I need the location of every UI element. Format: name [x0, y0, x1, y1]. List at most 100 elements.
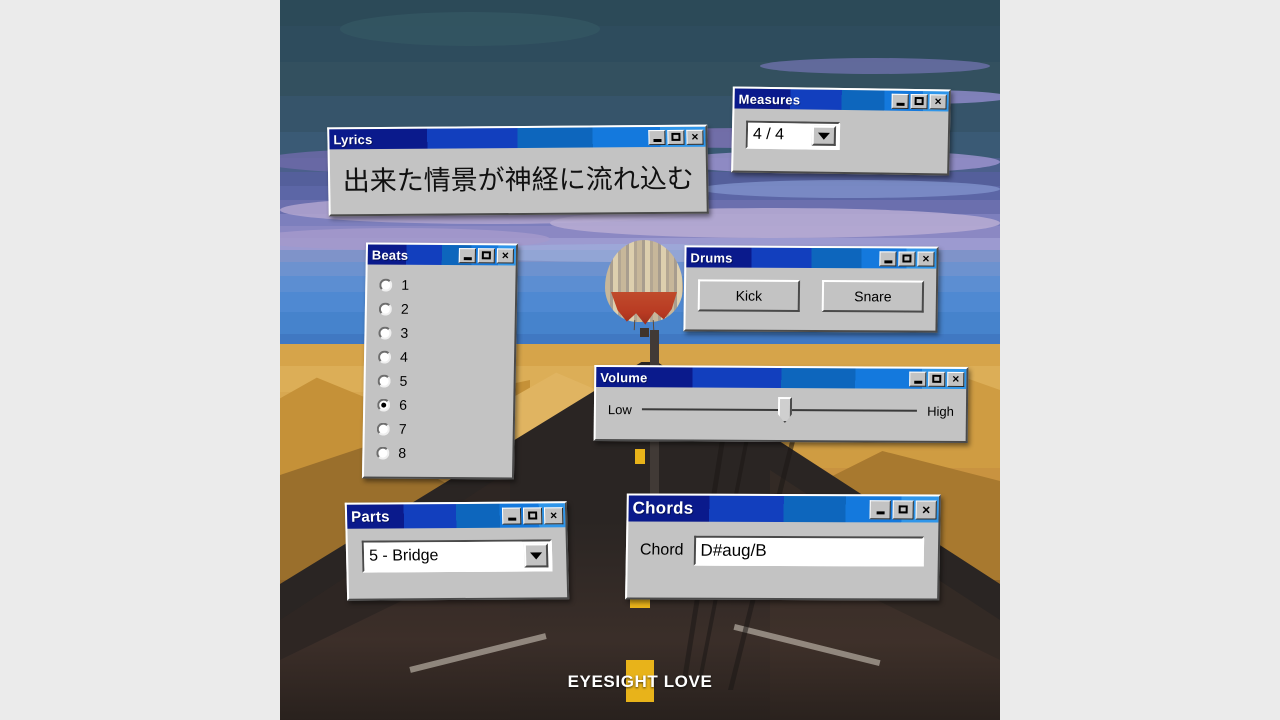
lyrics-body: 出来た情景が神経に流れ込む [330, 147, 707, 215]
hot-air-balloon [605, 240, 683, 340]
snare-button[interactable]: Snare [821, 280, 925, 313]
close-icon: × [922, 251, 930, 266]
window-title: Measures [738, 91, 801, 107]
volume-slider-thumb[interactable] [778, 397, 792, 423]
chord-field-row: Chord D#aug/B [640, 535, 925, 567]
maximize-button[interactable] [892, 499, 914, 519]
beats-radio-2[interactable]: 2 [378, 297, 505, 322]
minimize-icon [896, 102, 905, 106]
close-icon: × [934, 94, 942, 109]
titlebar-beats[interactable]: Beats × [367, 244, 517, 266]
minimize-icon [507, 517, 516, 521]
minimize-button[interactable] [891, 93, 909, 109]
maximize-icon [932, 374, 942, 383]
beats-radio-label: 3 [400, 324, 409, 341]
minimize-icon [463, 256, 472, 260]
maximize-button[interactable] [667, 129, 685, 145]
part-value: 5 - Bridge [363, 541, 523, 571]
minimize-button[interactable] [869, 499, 891, 519]
maximize-button[interactable] [898, 250, 916, 267]
window-controls[interactable]: × [869, 499, 937, 520]
window-chords[interactable]: Chords × Chord D#aug/B [625, 493, 941, 601]
maximize-button[interactable] [522, 506, 543, 525]
window-controls[interactable]: × [891, 93, 947, 109]
close-button[interactable]: × [929, 93, 947, 109]
minimize-button[interactable] [458, 247, 476, 263]
cloud-band [700, 180, 1000, 198]
close-button[interactable]: × [947, 371, 965, 387]
window-parts[interactable]: Parts × 5 - Bridge [344, 501, 570, 601]
titlebar-volume[interactable]: Volume × [596, 367, 967, 389]
beats-radio-label: 4 [399, 348, 409, 365]
album-title: EYESIGHT LOVE [567, 672, 713, 691]
radio-icon-selected[interactable] [377, 398, 391, 412]
chord-input[interactable]: D#aug/B [693, 535, 925, 567]
maximize-icon [914, 97, 924, 106]
beats-radio-8[interactable]: 8 [376, 441, 502, 466]
maximize-icon [528, 511, 538, 520]
titlebar-chords[interactable]: Chords × [628, 495, 939, 523]
beats-radio-6[interactable]: 6 [377, 393, 503, 418]
beats-radio-5[interactable]: 5 [377, 369, 503, 394]
window-controls[interactable]: × [501, 506, 564, 525]
part-select[interactable]: 5 - Bridge [361, 539, 553, 573]
maximize-button[interactable] [910, 93, 928, 109]
radio-icon[interactable] [377, 350, 392, 364]
titlebar-lyrics[interactable]: Lyrics × [329, 126, 706, 150]
volume-slider-track[interactable] [641, 397, 918, 423]
window-measures[interactable]: Measures × 4 / 4 [731, 86, 951, 176]
minimize-button[interactable] [648, 129, 666, 145]
balloon-basket [640, 328, 649, 337]
window-beats[interactable]: Beats × 1 2 3 4 5 6 7 8 [361, 242, 519, 480]
time-signature-select[interactable]: 4 / 4 [745, 120, 841, 150]
volume-body: Low High [596, 387, 967, 441]
titlebar-drums[interactable]: Drums × [686, 247, 937, 269]
volume-slider-row[interactable]: Low High [608, 397, 954, 423]
drums-body: Kick Snare [685, 267, 936, 330]
window-title: Volume [600, 369, 648, 385]
beats-radio-label: 2 [400, 300, 409, 317]
window-drums[interactable]: Drums × Kick Snare [683, 245, 939, 333]
time-signature-value: 4 / 4 [747, 122, 811, 148]
close-button[interactable]: × [496, 247, 514, 264]
window-controls[interactable]: × [879, 250, 935, 267]
close-icon: × [549, 508, 558, 523]
radio-icon[interactable] [377, 374, 391, 388]
maximize-icon [671, 132, 681, 141]
beats-radio-1[interactable]: 1 [379, 273, 505, 298]
window-title: Beats [371, 247, 409, 263]
volume-max-label: High [927, 403, 955, 419]
radio-icon[interactable] [378, 302, 393, 316]
measures-body: 4 / 4 [733, 109, 948, 174]
kick-button[interactable]: Kick [697, 279, 801, 312]
window-title: Parts [350, 507, 390, 526]
window-title: Chords [632, 498, 694, 518]
close-button[interactable]: × [915, 499, 937, 520]
window-controls[interactable]: × [648, 129, 704, 145]
beats-radio-3[interactable]: 3 [378, 321, 504, 346]
window-controls[interactable]: × [458, 247, 514, 264]
window-volume[interactable]: Volume × Low High [593, 365, 969, 443]
beats-radio-4[interactable]: 4 [377, 345, 504, 370]
titlebar-parts[interactable]: Parts × [346, 503, 566, 529]
radio-icon[interactable] [376, 422, 390, 436]
window-lyrics[interactable]: Lyrics × 出来た情景が神経に流れ込む [327, 124, 709, 217]
minimize-button[interactable] [879, 250, 897, 266]
minimize-icon [913, 380, 922, 384]
beats-radio-7[interactable]: 7 [376, 417, 503, 442]
radio-icon[interactable] [379, 278, 393, 292]
close-button[interactable]: × [686, 129, 704, 145]
close-icon: × [691, 129, 699, 144]
maximize-button[interactable] [928, 371, 946, 387]
chevron-down-icon[interactable] [523, 543, 549, 568]
close-button[interactable]: × [917, 251, 935, 267]
radio-icon[interactable] [378, 326, 392, 340]
close-button[interactable]: × [543, 506, 564, 524]
radio-icon[interactable] [376, 446, 390, 460]
minimize-button[interactable] [501, 507, 522, 525]
beats-body: 1 2 3 4 5 6 7 8 [364, 264, 516, 477]
minimize-button[interactable] [909, 371, 927, 387]
window-controls[interactable]: × [909, 371, 965, 387]
chevron-down-icon[interactable] [811, 125, 837, 146]
maximize-button[interactable] [477, 247, 495, 263]
